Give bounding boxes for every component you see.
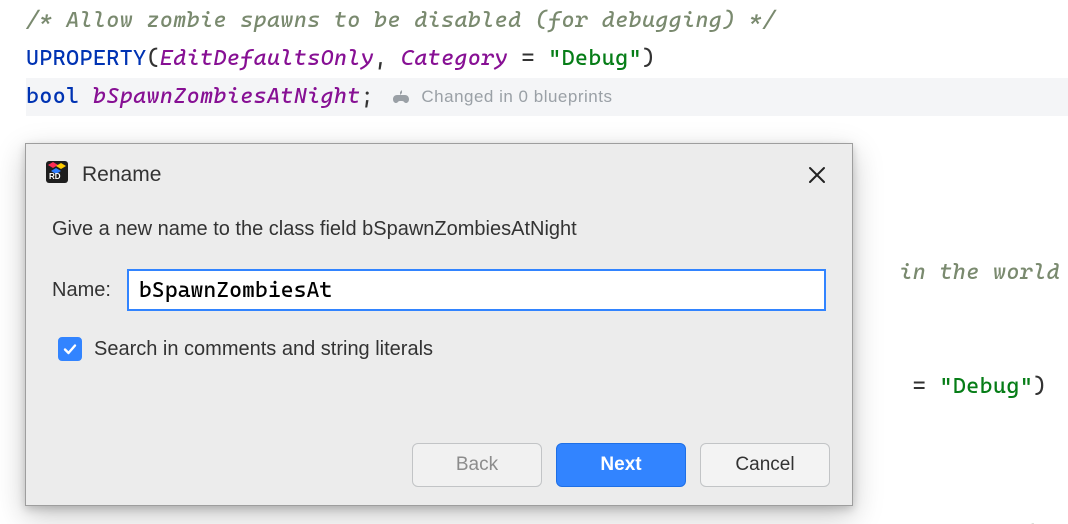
code-line-highlighted: bool bSpawnZombiesAtNight; Changed in 0 … <box>26 78 1068 116</box>
inlay-hint[interactable]: Changed in 0 blueprints <box>392 78 612 116</box>
svg-text:RD: RD <box>49 172 61 181</box>
gamepad-icon <box>392 90 410 105</box>
next-button[interactable]: Next <box>556 443 686 487</box>
close-icon <box>808 166 826 184</box>
code-arg: Category <box>401 46 508 71</box>
code-comment-tail: in the world <box>899 254 1060 292</box>
code-comment: /* Allow zombie spawns to be disabled (f… <box>26 8 776 33</box>
code-keyword: bool <box>26 84 80 109</box>
search-comments-checkbox[interactable] <box>58 337 82 361</box>
checkmark-icon <box>62 341 78 357</box>
back-button: Back <box>412 443 542 487</box>
code-editor[interactable]: /* Allow zombie spawns to be disabled (f… <box>0 0 1068 154</box>
name-input[interactable] <box>127 269 826 311</box>
dialog-prompt: Give a new name to the class field bSpaw… <box>52 218 826 241</box>
app-logo-icon: RD <box>44 159 70 191</box>
cancel-button[interactable]: Cancel <box>700 443 830 487</box>
code-string: "Debug" <box>548 46 642 71</box>
rename-dialog: RD Rename Give a new name to the class f… <box>25 143 853 506</box>
close-button[interactable] <box>800 158 834 192</box>
dialog-title: Rename <box>82 163 161 187</box>
code-macro: UPROPERTY <box>26 46 147 71</box>
code-identifier: bSpawnZombiesAtNight <box>93 84 361 109</box>
dialog-button-row: Back Next Cancel <box>412 443 830 487</box>
checkbox-label: Search in comments and string literals <box>94 338 433 361</box>
code-arg: EditDefaultsOnly <box>160 46 374 71</box>
name-label: Name: <box>52 279 111 302</box>
